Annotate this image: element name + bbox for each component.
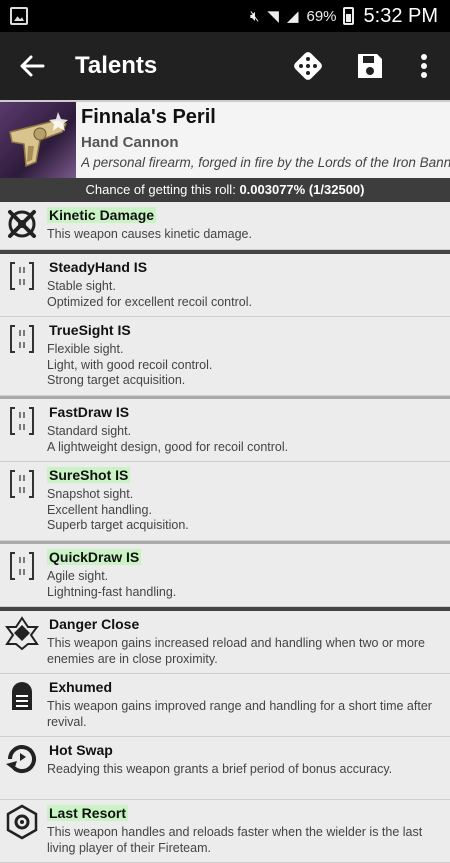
- talent-description: Agile sight. Lightning-fast handling.: [47, 569, 445, 600]
- gallery-notification-icon: [10, 7, 28, 25]
- talent-row[interactable]: Danger Close This weapon gains increased …: [0, 611, 450, 674]
- talent-description: Stable sight. Optimized for excellent rec…: [47, 279, 445, 310]
- talent-description-line: Light, with good recoil control.: [47, 357, 213, 372]
- status-bar: 🔇︎ ◥ ◢ 69% 5:32 PM: [0, 0, 450, 32]
- battery-percent: 69%: [306, 7, 337, 25]
- sight-icon: [4, 403, 40, 439]
- talent-description: Readying this weapon grants a brief peri…: [47, 762, 445, 778]
- talent-description-line: Flexible sight.: [47, 342, 124, 356]
- dice-icon[interactable]: [292, 50, 324, 82]
- kinetic-icon: [4, 206, 40, 242]
- overflow-menu-icon[interactable]: [408, 50, 440, 82]
- talent-description-line: Readying this weapon grants a brief peri…: [47, 762, 393, 776]
- talent-row[interactable]: Exhumed This weapon gains improved range …: [0, 674, 450, 737]
- talent-name: SureShot IS: [47, 467, 131, 483]
- talent-name: Danger Close: [49, 616, 140, 632]
- talent-description-line: Strong target acquisition.: [47, 373, 186, 387]
- sight-icon: [4, 548, 40, 584]
- back-arrow-icon[interactable]: [16, 50, 48, 82]
- hand-cannon-icon: [9, 112, 68, 168]
- talent-description-line: Snapshot sight.: [47, 487, 134, 501]
- talent-name: FastDraw IS: [49, 404, 130, 420]
- save-icon[interactable]: [354, 50, 386, 82]
- battery-icon: [342, 7, 354, 25]
- app-bar: Talents: [0, 32, 450, 100]
- talent-row[interactable]: TrueSight IS Flexible sight. Light, with g…: [0, 317, 450, 396]
- exhumed-icon: [4, 678, 40, 714]
- talent-description-line: This weapon causes kinetic damage.: [47, 227, 252, 241]
- talent-row[interactable]: SureShot IS Snapshot sight. Excellent hand…: [0, 462, 450, 541]
- weapon-header: Finnala's Peril Hand Cannon A personal f…: [0, 100, 450, 178]
- sight-icon: [4, 466, 40, 502]
- talent-name: Kinetic Damage: [47, 207, 157, 223]
- talent-name: TrueSight IS: [49, 322, 131, 338]
- talent-row[interactable]: SteadyHand IS Stable sight. Optimized for …: [0, 254, 450, 317]
- talent-description-line: Lightning-fast handling.: [47, 584, 177, 599]
- talent-description: Snapshot sight. Excellent handling. Superb…: [47, 487, 445, 534]
- chance-value: 0.003077% (1/32500): [239, 182, 365, 197]
- talent-list: Kinetic Damage This weapon causes kinetic…: [0, 202, 450, 863]
- sight-icon: [4, 258, 40, 294]
- talent-description-line: Stable sight.: [47, 279, 116, 293]
- talent-description: This weapon causes kinetic damage.: [47, 227, 445, 243]
- talent-description-line: This weapon gains improved range and han…: [47, 699, 432, 729]
- weapon-image: [0, 102, 76, 178]
- talent-row[interactable]: QuickDraw IS Agile sight. Lightning-fast h…: [0, 544, 450, 607]
- talent-name: Last Resort: [47, 805, 129, 821]
- hot-swap-icon: [4, 741, 40, 777]
- wifi-icon: ◥: [267, 8, 279, 25]
- talent-description: Flexible sight. Light, with good recoil c…: [47, 342, 445, 389]
- weapon-name: Finnala's Peril: [81, 106, 216, 128]
- talent-name: SteadyHand IS: [49, 259, 148, 275]
- talent-description: Standard sight. A lightweight design, goo…: [47, 424, 445, 455]
- roll-chance-banner: Chance of getting this roll: 0.003077% (…: [0, 178, 450, 202]
- talent-description-line: Standard sight.: [47, 424, 132, 438]
- signal-icon: ◢: [286, 8, 299, 25]
- page-title: Talents: [75, 52, 158, 79]
- talent-description-line: A lightweight design, good for recoil co…: [47, 439, 289, 454]
- talent-description: This weapon handles and reloads faster w…: [47, 825, 445, 856]
- talent-description-line: Superb target acquisition.: [47, 518, 189, 532]
- chance-label: Chance of getting this roll:: [85, 182, 236, 197]
- clock: 5:32 PM: [363, 4, 438, 27]
- mute-icon: 🔇︎: [249, 7, 260, 25]
- talent-description-line: This weapon handles and reloads faster w…: [47, 825, 423, 855]
- talent-row[interactable]: Last Resort This weapon handles and reloa…: [0, 800, 450, 863]
- talent-description-line: Agile sight.: [47, 569, 109, 583]
- weapon-type: Hand Cannon: [81, 134, 179, 151]
- weapon-description: A personal firearm, forged in fire by th…: [81, 155, 450, 170]
- talent-row[interactable]: Kinetic Damage This weapon causes kinetic…: [0, 202, 450, 250]
- danger-close-icon: [4, 615, 40, 651]
- talent-row[interactable]: Hot Swap Readying this weapon grants a br…: [0, 737, 450, 800]
- talent-row[interactable]: FastDraw IS Standard sight. A lightweight …: [0, 399, 450, 462]
- sight-icon: [4, 321, 40, 357]
- talent-description-line: Excellent handling.: [47, 502, 152, 517]
- talent-description-line: Optimized for excellent recoil control.: [47, 294, 252, 309]
- talent-description: This weapon gains improved range and han…: [47, 699, 445, 730]
- talent-description: This weapon gains increased reload and h…: [47, 636, 445, 667]
- talent-description-line: This weapon gains increased reload and h…: [47, 636, 426, 666]
- last-resort-icon: [4, 804, 40, 840]
- talent-name: QuickDraw IS: [47, 549, 142, 565]
- talent-name: Exhumed: [49, 679, 113, 695]
- talent-name: Hot Swap: [49, 742, 113, 758]
